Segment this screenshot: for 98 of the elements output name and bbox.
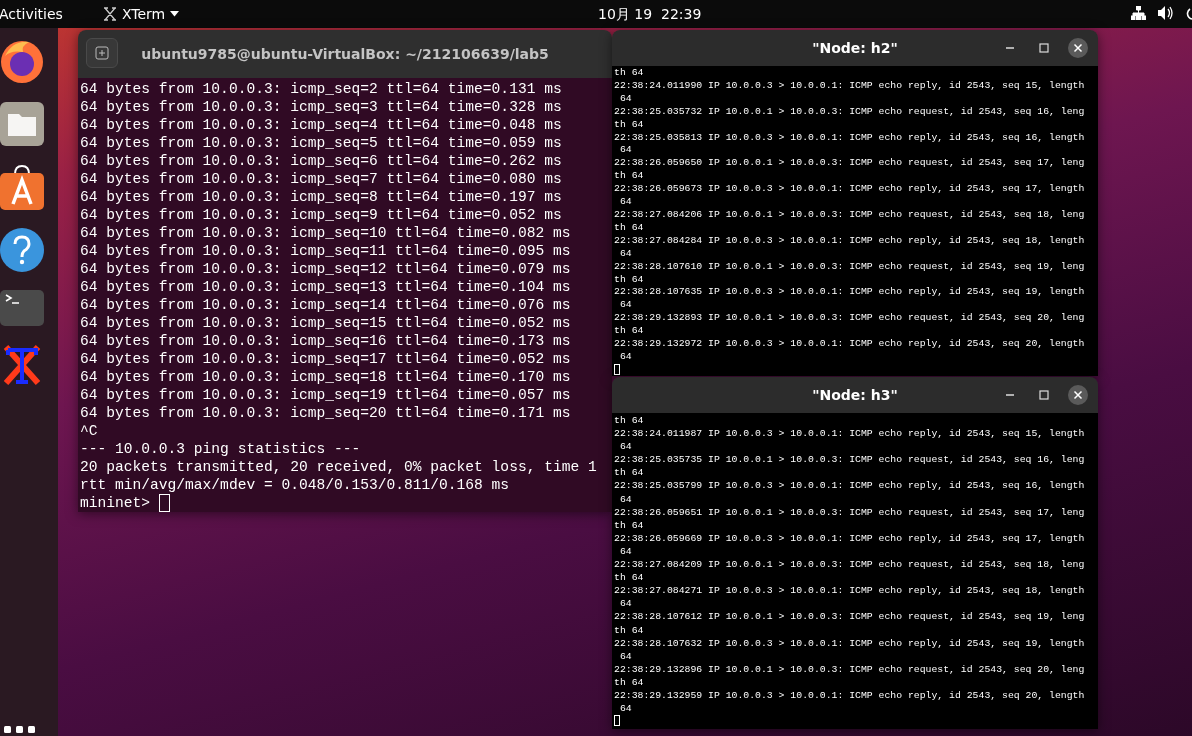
output-line: 64 bytes from 10.0.0.3: icmp_seq=6 ttl=64 time=0.262 ms	[80, 152, 563, 170]
xterm-icon	[102, 7, 117, 21]
folder-icon[interactable]	[0, 102, 44, 146]
output-line: 22:38:25.035732 IP 10.0.0.1 > 10.0.0.3: ICMP echo request, id 2543, seq 16, leng	[614, 105, 1086, 119]
output-line: 22:38:28.107610 IP 10.0.0.1 > 10.0.0.3: ICMP echo request, id 2543, seq 19, leng	[614, 260, 1086, 274]
output-line: 64 bytes from 10.0.0.3: icmp_seq=4 ttl=64 time=0.048 ms	[80, 116, 563, 134]
volume-icon[interactable]	[1158, 6, 1174, 20]
clock[interactable]: 10月 19 22:39	[598, 6, 702, 24]
output-line: 22:38:27.084284 IP 10.0.0.3 > 10.0.0.1: ICMP echo reply, id 2543, seq 18, length	[614, 234, 1086, 248]
output-line: 64 bytes from 10.0.0.3: icmp_seq=7 ttl=64 time=0.080 ms	[80, 170, 563, 188]
network-icon[interactable]	[1131, 6, 1146, 20]
output-line: 20 packets transmitted, 20 received, 0% packet loss, time 1	[80, 458, 598, 476]
output-line: 22:38:26.059673 IP 10.0.0.3 > 10.0.0.1: ICMP echo reply, id 2543, seq 17, length	[614, 183, 1086, 197]
output-line: 22:38:24.011987 IP 10.0.0.3 > 10.0.0.1: ICMP echo reply, id 2543, seq 15, length	[614, 427, 1086, 441]
output-line: 22:38:29.132896 IP 10.0.0.1 > 10.0.0.3: ICMP echo request, id 2543, seq 20, leng	[614, 662, 1086, 676]
output-line: 22:38:26.059669 IP 10.0.0.3 > 10.0.0.1: ICMP echo reply, id 2543, seq 17, length	[614, 531, 1086, 545]
output-line: 22:38:28.107632 IP 10.0.0.3 > 10.0.0.1: ICMP echo reply, id 2543, seq 19, length	[614, 636, 1086, 650]
output-line: 64 bytes from 10.0.0.3: icmp_seq=9 ttl=64 time=0.052 ms	[80, 206, 563, 224]
window-title: ubuntu9785@ubuntu-VirtualBox: ~/212106639/lab5	[141, 46, 549, 62]
help-icon[interactable]	[0, 228, 44, 272]
close-button[interactable]	[1068, 385, 1088, 405]
output-line: 64	[618, 492, 633, 506]
output-line: 64	[618, 440, 633, 454]
output-line: 22:38:25.035799 IP 10.0.0.3 > 10.0.0.1: ICMP echo reply, id 2543, seq 16, length	[614, 479, 1086, 493]
output-line: 64 bytes from 10.0.0.3: icmp_seq=5 ttl=64 time=0.059 ms	[80, 134, 563, 152]
window-title: "Node: h2"	[812, 40, 898, 56]
maximize-icon	[1039, 390, 1049, 400]
output-line: 64	[618, 299, 633, 313]
output-line: 64	[618, 247, 633, 261]
output-line: 64 bytes from 10.0.0.3: icmp_seq=16 ttl=64 time=0.173 ms	[80, 332, 572, 350]
output-line: 64	[618, 702, 633, 716]
output-line: 22:38:29.132972 IP 10.0.0.3 > 10.0.0.1: ICMP echo reply, id 2543, seq 20, length	[614, 338, 1086, 351]
output-line: 22:38:28.107635 IP 10.0.0.3 > 10.0.0.1: ICMP echo reply, id 2543, seq 19, length	[614, 286, 1086, 300]
output-line: 64	[618, 196, 633, 209]
output-line: th 64	[614, 273, 645, 287]
output-line: th 64	[614, 118, 645, 132]
new-tab-icon	[95, 46, 109, 60]
output-line: th 64	[614, 466, 645, 480]
output-line: 64	[618, 92, 633, 106]
output-line: 22:38:27.084206 IP 10.0.0.1 > 10.0.0.3: ICMP echo request, id 2543, seq 18, leng	[614, 208, 1086, 222]
close-button[interactable]	[1068, 38, 1088, 58]
output-line: 22:38:29.132893 IP 10.0.0.1 > 10.0.0.3: ICMP echo request, id 2543, seq 20, leng	[614, 312, 1086, 326]
output-line: th 64	[614, 623, 645, 637]
prompt: mininet>	[80, 494, 151, 512]
output-line: 64	[618, 544, 633, 559]
output-line: 22:38:25.035735 IP 10.0.0.1 > 10.0.0.3: ICMP echo request, id 2543, seq 16, leng	[614, 453, 1086, 467]
minimize-icon	[1005, 394, 1015, 396]
browser-icon[interactable]	[0, 38, 45, 84]
output-line: 64 bytes from 10.0.0.3: icmp_seq=18 ttl=64 time=0.170 ms	[80, 368, 572, 386]
output-line: 64 bytes from 10.0.0.3: icmp_seq=19 ttl=64 time=0.057 ms	[80, 386, 572, 404]
output-line: 64	[618, 649, 633, 663]
output-line: 22:38:26.059651 IP 10.0.0.1 > 10.0.0.3: ICMP echo request, id 2543, seq 17, leng	[614, 505, 1086, 519]
output-line: th 64	[614, 675, 645, 689]
output-line: ^C	[80, 422, 99, 440]
output-line: 64 bytes from 10.0.0.3: icmp_seq=2 ttl=64 time=0.131 ms	[80, 80, 563, 98]
shopping-bag-icon[interactable]	[0, 164, 44, 210]
minimize-icon	[1005, 47, 1015, 49]
caret-icon	[170, 11, 180, 17]
close-icon	[1073, 43, 1083, 53]
output-line: 64	[618, 144, 633, 158]
output-line: th 64	[614, 67, 645, 80]
cursor	[614, 363, 620, 375]
cursor	[614, 715, 620, 727]
output-line: 22:38:25.035813 IP 10.0.0.3 > 10.0.0.1: ICMP echo reply, id 2543, seq 16, length	[614, 131, 1086, 145]
output-line: 64 bytes from 10.0.0.3: icmp_seq=20 ttl=64 time=0.171 ms	[80, 404, 572, 422]
output-line: 64 bytes from 10.0.0.3: icmp_seq=13 ttl=64 time=0.104 ms	[80, 278, 572, 296]
output-line: th 64	[614, 571, 645, 585]
new-tab-button[interactable]	[86, 38, 118, 68]
output-line: th 64	[614, 170, 645, 184]
terminal-icon[interactable]	[0, 290, 44, 326]
output-line: 22:38:26.059650 IP 10.0.0.1 > 10.0.0.3: ICMP echo request, id 2543, seq 17, leng	[614, 157, 1086, 171]
output-line: --- 10.0.0.3 ping statistics ---	[80, 440, 362, 458]
output-line: rtt min/avg/max/mdev = 0.048/0.153/0.811/0.168 ms	[80, 476, 511, 494]
output-line: 22:38:29.132959 IP 10.0.0.3 > 10.0.0.1: ICMP echo reply, id 2543, seq 20, length	[614, 688, 1086, 703]
output-line: 64 bytes from 10.0.0.3: icmp_seq=17 ttl=64 time=0.052 ms	[80, 350, 572, 368]
output-line: th 64	[614, 325, 645, 339]
output-line: 64 bytes from 10.0.0.3: icmp_seq=14 ttl=64 time=0.076 ms	[80, 296, 572, 314]
close-icon	[1073, 390, 1083, 400]
output-line: 22:38:27.084209 IP 10.0.0.1 > 10.0.0.3: ICMP echo request, id 2543, seq 18, leng	[614, 558, 1086, 572]
output-line: 64	[618, 597, 633, 611]
output-line: 64 bytes from 10.0.0.3: icmp_seq=15 ttl=64 time=0.052 ms	[80, 314, 572, 332]
output-line: 22:38:24.011990 IP 10.0.0.3 > 10.0.0.1: ICMP echo reply, id 2543, seq 15, length	[614, 79, 1086, 93]
output-line: 64 bytes from 10.0.0.3: icmp_seq=3 ttl=64 time=0.328 ms	[80, 98, 563, 116]
cursor	[159, 494, 171, 512]
maximize-icon	[1039, 43, 1049, 53]
output-line: 64 bytes from 10.0.0.3: icmp_seq=10 ttl=64 time=0.082 ms	[80, 224, 572, 242]
app-grid-icon[interactable]	[4, 724, 38, 736]
output-line: 64 bytes from 10.0.0.3: icmp_seq=11 ttl=64 time=0.095 ms	[80, 242, 572, 260]
output-line: 64 bytes from 10.0.0.3: icmp_seq=8 ttl=64 time=0.197 ms	[80, 188, 563, 206]
output-line: th 64	[614, 414, 645, 428]
output-line: th 64	[614, 221, 645, 235]
window-title: "Node: h3"	[812, 387, 898, 403]
output-line: 64 bytes from 10.0.0.3: icmp_seq=12 ttl=64 time=0.079 ms	[80, 260, 572, 278]
output-line: 22:38:28.107612 IP 10.0.0.1 > 10.0.0.3: ICMP echo request, id 2543, seq 19, leng	[614, 610, 1086, 624]
app-menu[interactable]: XTerm	[102, 6, 180, 22]
output-line: 64	[618, 350, 633, 364]
output-line: 22:38:27.084271 IP 10.0.0.3 > 10.0.0.1: ICMP echo reply, id 2543, seq 18, length	[614, 584, 1086, 598]
output-line: th 64	[614, 518, 645, 532]
